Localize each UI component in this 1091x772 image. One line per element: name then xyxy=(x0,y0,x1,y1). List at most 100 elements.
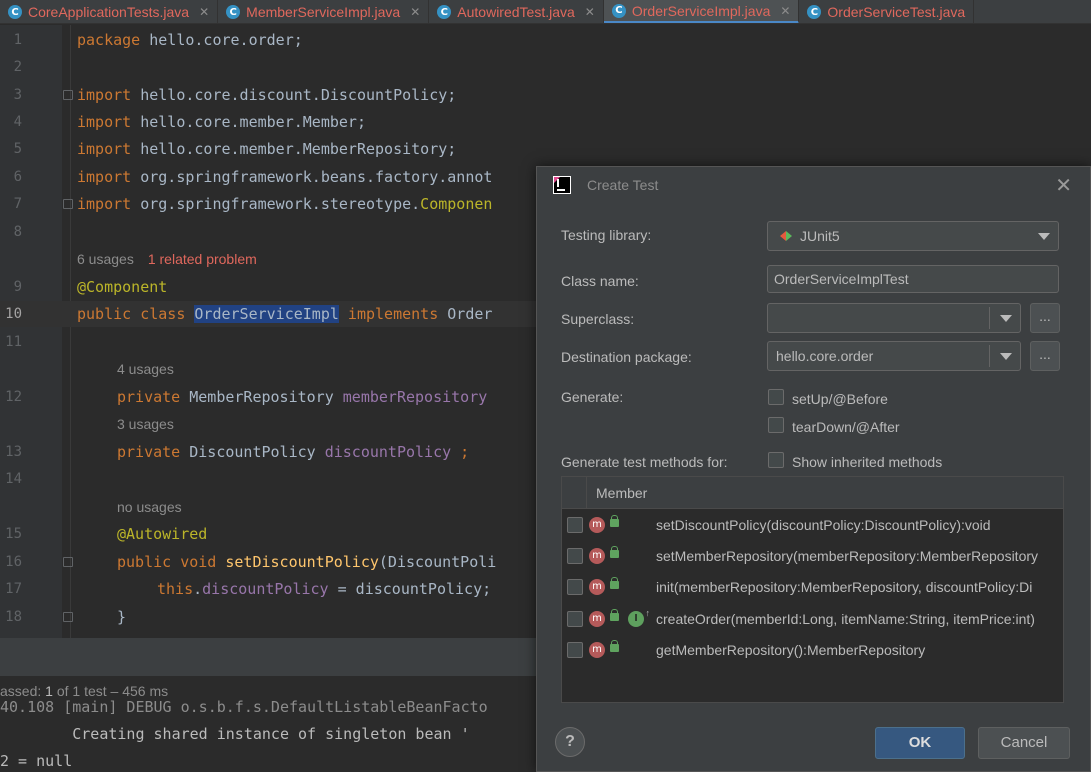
close-icon[interactable]: ✕ xyxy=(199,5,209,19)
close-icon[interactable]: ✕ xyxy=(410,5,420,19)
member-column-header[interactable]: Member xyxy=(596,477,647,509)
superclass-label: Superclass: xyxy=(561,311,635,327)
fold-icon[interactable] xyxy=(63,557,73,567)
method-icon: m xyxy=(589,517,605,533)
console-line: 2 = null xyxy=(0,752,73,770)
annotation: @Autowired xyxy=(117,525,208,543)
code-text: org.springframework.stereotype. xyxy=(131,195,421,213)
usages-hint[interactable]: 4 usages xyxy=(117,361,174,377)
member-checkbox[interactable] xyxy=(567,611,583,627)
code-line[interactable]: 4 import hello.core.member.Member; xyxy=(0,109,1091,135)
testing-library-value: JUnit5 xyxy=(800,228,840,244)
setup-checkbox[interactable] xyxy=(768,389,784,405)
tab-autowired-test[interactable]: C AutowiredTest.java ✕ xyxy=(429,0,604,23)
public-access-icon xyxy=(610,515,619,527)
class-name-input[interactable]: OrderServiceImplTest xyxy=(767,265,1059,293)
code-text: Componen xyxy=(420,195,493,213)
code-text: ; xyxy=(451,443,470,461)
generate-methods-label: Generate test methods for: xyxy=(561,454,728,470)
keyword: import xyxy=(77,113,132,131)
line-number: 1 xyxy=(13,32,22,48)
member-signature: init(memberRepository:MemberRepository, … xyxy=(656,579,1033,595)
tab-label: CoreApplicationTests.java xyxy=(28,4,190,20)
passed-count: 1 xyxy=(45,683,53,699)
superclass-browse-button[interactable]: ... xyxy=(1030,303,1060,333)
fold-icon[interactable] xyxy=(63,199,73,209)
line-number: 4 xyxy=(13,114,22,130)
chevron-down-icon xyxy=(1000,315,1012,322)
problem-hint[interactable]: 1 related problem xyxy=(148,251,257,267)
keyword: package xyxy=(77,31,141,49)
dialog-title-bar: Create Test ✕ xyxy=(537,167,1090,203)
cancel-button[interactable]: Cancel xyxy=(978,727,1070,759)
destination-browse-button[interactable]: ... xyxy=(1030,341,1060,371)
close-icon[interactable]: ✕ xyxy=(1055,173,1072,197)
fold-icon[interactable] xyxy=(63,612,73,622)
member-checkbox[interactable] xyxy=(567,548,583,564)
setup-checkbox-label[interactable]: setUp/@Before xyxy=(792,391,888,407)
help-button[interactable]: ? xyxy=(555,727,585,757)
public-access-icon xyxy=(610,546,619,558)
usages-hint[interactable]: 3 usages xyxy=(117,416,174,432)
fold-icon[interactable] xyxy=(63,90,73,100)
tab-label: OrderServiceImpl.java xyxy=(631,2,771,19)
keyword: implements xyxy=(338,305,439,323)
member-checkbox[interactable] xyxy=(567,517,583,533)
tab-order-service-test[interactable]: C OrderServiceTest.java xyxy=(799,0,975,23)
tab-core-application-tests[interactable]: C CoreApplicationTests.java ✕ xyxy=(0,0,219,23)
member-checkbox[interactable] xyxy=(567,579,583,595)
code-line[interactable]: 5 import hello.core.member.MemberReposito… xyxy=(0,136,1091,162)
code-line[interactable]: 2 xyxy=(0,54,1091,80)
member-row[interactable]: m I createOrder(memberId:Long, itemName:… xyxy=(562,604,1063,635)
close-icon[interactable]: ✕ xyxy=(585,5,595,19)
implements-interface-icon: I xyxy=(628,605,650,627)
teardown-checkbox[interactable] xyxy=(768,417,784,433)
member-table[interactable]: Member m setDiscountPolicy(discountPolic… xyxy=(561,476,1064,703)
combo-separator xyxy=(989,345,990,367)
code-text: (DiscountPoli xyxy=(378,553,497,571)
public-access-icon xyxy=(610,577,619,589)
member-row[interactable]: m init(memberRepository:MemberRepository… xyxy=(562,572,1063,603)
show-inherited-label[interactable]: Show inherited methods xyxy=(792,454,942,470)
chevron-down-icon xyxy=(1038,233,1050,240)
code-text: Order xyxy=(438,305,493,323)
testing-library-select[interactable]: JUnit5 xyxy=(767,221,1059,251)
generate-label: Generate: xyxy=(561,389,624,405)
line-number: 15 xyxy=(5,526,22,542)
line-number: 6 xyxy=(13,169,22,185)
method-icon: m xyxy=(589,642,605,658)
code-text: hello.core.member.MemberRepository; xyxy=(131,140,457,158)
line-number: 14 xyxy=(5,471,22,487)
teardown-checkbox-label[interactable]: tearDown/@After xyxy=(792,419,900,435)
usages-hint[interactable]: no usages xyxy=(117,499,182,515)
member-row[interactable]: m setDiscountPolicy(discountPolicy:Disco… xyxy=(562,510,1063,541)
method-name: setDiscountPolicy xyxy=(225,553,379,571)
field-name: discountPolicy xyxy=(324,443,452,461)
code-text: DiscountPolicy xyxy=(180,443,325,461)
tab-member-service-impl[interactable]: C MemberServiceImpl.java ✕ xyxy=(218,0,430,23)
testing-library-label: Testing library: xyxy=(561,227,652,243)
java-class-icon: C xyxy=(8,5,22,19)
member-row[interactable]: m setMemberRepository(memberRepository:M… xyxy=(562,541,1063,572)
code-line[interactable]: 3 import hello.core.discount.DiscountPoli… xyxy=(0,82,1091,108)
tab-order-service-impl[interactable]: C OrderServiceImpl.java ✕ xyxy=(603,0,800,23)
annotation: @Component xyxy=(77,278,168,296)
member-row[interactable]: m getMemberRepository():MemberRepository xyxy=(562,635,1063,666)
show-inherited-checkbox[interactable] xyxy=(768,452,784,468)
superclass-select[interactable] xyxy=(767,303,1021,333)
console-line: 40.108 [main] DEBUG o.s.b.f.s.DefaultLis… xyxy=(0,698,488,716)
keyword: private xyxy=(117,388,181,406)
code-line[interactable]: 1 package hello.core.order; xyxy=(0,27,1091,53)
destination-package-select[interactable]: hello.core.order xyxy=(767,341,1021,371)
line-number: 3 xyxy=(13,87,22,103)
intellij-logo-icon xyxy=(553,176,571,194)
code-text: } xyxy=(117,608,127,626)
ok-button[interactable]: OK xyxy=(875,727,965,759)
keyword: private xyxy=(117,443,181,461)
usages-hint[interactable]: 6 usages xyxy=(77,251,134,267)
close-icon[interactable]: ✕ xyxy=(780,4,790,18)
code-text: hello.core.order; xyxy=(140,31,303,49)
member-checkbox[interactable] xyxy=(567,642,583,658)
member-signature: setDiscountPolicy(discountPolicy:Discoun… xyxy=(656,517,991,533)
selected-class-name: OrderServiceImpl xyxy=(194,305,339,323)
